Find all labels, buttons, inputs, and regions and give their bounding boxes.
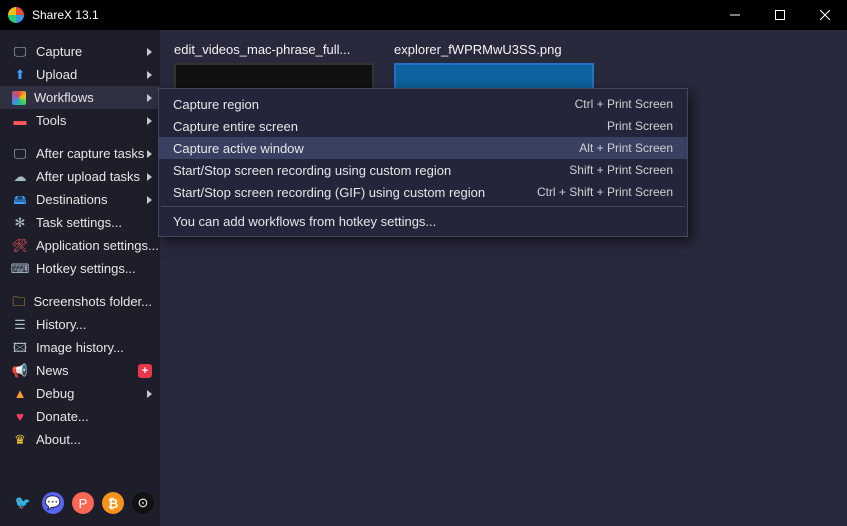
sidebar-item-icon: ⌨ [12, 261, 28, 277]
flyout-footer-label: You can add workflows from hotkey settin… [173, 214, 673, 229]
sidebar-item-label: Donate... [36, 409, 152, 424]
sidebar-item-icon: ⬆ [12, 67, 28, 83]
flyout-footer[interactable]: You can add workflows from hotkey settin… [159, 210, 687, 232]
flyout-item[interactable]: Capture regionCtrl + Print Screen [159, 93, 687, 115]
submenu-arrow-icon [147, 390, 152, 398]
sidebar-item-icon: ☁ [12, 169, 28, 185]
sidebar-item-label: Task settings... [36, 215, 152, 230]
minimize-button[interactable] [712, 0, 757, 30]
sidebar-item[interactable]: ✻ Task settings... [0, 211, 160, 234]
discord-icon[interactable]: 💬 [42, 492, 64, 514]
sidebar-item[interactable]: ♥ Donate... [0, 405, 160, 428]
sidebar-item-label: News [36, 363, 138, 378]
bitcoin-icon[interactable]: ₿ [102, 492, 124, 514]
flyout-item-shortcut: Shift + Print Screen [569, 163, 673, 177]
sidebar-item[interactable]: ⬆ Upload [0, 63, 160, 86]
sidebar-item[interactable]: 🖵 Capture [0, 40, 160, 63]
sidebar-item[interactable]: Workflows [0, 86, 160, 109]
sidebar-item[interactable]: 🖴 Destinations [0, 188, 160, 211]
sidebar-item-icon: 🖵 [12, 44, 28, 60]
sidebar-item-label: Capture [36, 44, 147, 59]
sidebar-item[interactable]: ▬ Tools [0, 109, 160, 132]
flyout-item-shortcut: Print Screen [607, 119, 673, 133]
flyout-divider [161, 206, 685, 207]
titlebar: ShareX 13.1 [0, 0, 847, 30]
workflows-flyout: Capture regionCtrl + Print ScreenCapture… [158, 88, 688, 237]
flyout-item-label: Capture entire screen [173, 119, 607, 134]
sidebar-item[interactable]: ⌨ Hotkey settings... [0, 257, 160, 280]
twitter-icon[interactable]: 🐦 [12, 492, 34, 514]
flyout-item[interactable]: Start/Stop screen recording using custom… [159, 159, 687, 181]
sidebar-item-label: About... [36, 432, 152, 447]
sidebar-item-icon: ♛ [12, 432, 28, 448]
sidebar-item-label: Destinations [36, 192, 147, 207]
thumbnail-filename: explorer_fWPRMwU3SS.png [394, 42, 594, 57]
github-icon[interactable]: ⊙ [132, 492, 154, 514]
sidebar-item-label: After capture tasks [36, 146, 147, 161]
sidebar-item-icon: ▲ [12, 386, 28, 402]
flyout-item-label: Start/Stop screen recording (GIF) using … [173, 185, 537, 200]
thumbnail-filename: edit_videos_mac-phrase_full... [174, 42, 374, 57]
sidebar-item-icon: 📢 [12, 363, 28, 379]
sidebar-item[interactable]: 🖾 Image history... [0, 336, 160, 359]
flyout-item[interactable]: Capture active windowAlt + Print Screen [159, 137, 687, 159]
social-icons: 🐦 💬 P ₿ ⊙ [12, 492, 154, 514]
sidebar-item-label: Image history... [36, 340, 152, 355]
submenu-arrow-icon [147, 173, 152, 181]
submenu-arrow-icon [147, 196, 152, 204]
sidebar-item-label: Debug [36, 386, 147, 401]
sidebar-item-icon: ✻ [12, 215, 28, 231]
sidebar-item[interactable]: 📢 News+ [0, 359, 160, 382]
submenu-arrow-icon [147, 94, 152, 102]
sidebar: 🖵 Capture ⬆ Upload Workflows ▬ Tools 🖵 After cap… [0, 30, 160, 526]
flyout-item-label: Capture active window [173, 141, 579, 156]
sidebar-item-label: Screenshots folder... [33, 294, 152, 309]
sidebar-item-icon: 🖵 [12, 146, 28, 162]
submenu-arrow-icon [147, 117, 152, 125]
sidebar-item[interactable]: ♛ About... [0, 428, 160, 451]
sidebar-item-icon: ☰ [12, 317, 28, 333]
sidebar-item-label: Hotkey settings... [36, 261, 152, 276]
sidebar-item-icon [12, 91, 26, 105]
submenu-arrow-icon [147, 48, 152, 56]
flyout-item[interactable]: Capture entire screenPrint Screen [159, 115, 687, 137]
flyout-item-label: Capture region [173, 97, 575, 112]
submenu-arrow-icon [147, 71, 152, 79]
sidebar-item-label: History... [36, 317, 152, 332]
flyout-item-shortcut: Alt + Print Screen [579, 141, 673, 155]
sidebar-item[interactable]: 🛠 Application settings... [0, 234, 160, 257]
sidebar-item-label: Application settings... [36, 238, 159, 253]
flyout-item[interactable]: Start/Stop screen recording (GIF) using … [159, 181, 687, 203]
sidebar-item-icon: 🖴 [12, 192, 28, 208]
flyout-item-shortcut: Ctrl + Print Screen [575, 97, 673, 111]
sidebar-item[interactable]: ▲ Debug [0, 382, 160, 405]
close-icon [820, 10, 830, 20]
close-button[interactable] [802, 0, 847, 30]
app-logo-icon [8, 7, 24, 23]
sidebar-item-icon: 🗀 [12, 294, 25, 310]
sidebar-item-icon: ♥ [12, 409, 28, 425]
news-badge: + [138, 364, 152, 378]
submenu-arrow-icon [147, 150, 152, 158]
sidebar-item[interactable]: ☰ History... [0, 313, 160, 336]
sidebar-item-label: Workflows [34, 90, 147, 105]
sidebar-item[interactable]: 🗀 Screenshots folder... [0, 290, 160, 313]
window-title: ShareX 13.1 [32, 8, 712, 22]
sidebar-item-icon: 🖾 [12, 340, 28, 356]
sidebar-item[interactable]: 🖵 After capture tasks [0, 142, 160, 165]
sidebar-item-label: After upload tasks [36, 169, 147, 184]
flyout-item-shortcut: Ctrl + Shift + Print Screen [537, 185, 673, 199]
sidebar-item-label: Tools [36, 113, 147, 128]
sidebar-item-label: Upload [36, 67, 147, 82]
minimize-icon [730, 10, 740, 20]
maximize-icon [775, 10, 785, 20]
sidebar-item[interactable]: ☁ After upload tasks [0, 165, 160, 188]
sidebar-item-icon: 🛠 [12, 238, 28, 254]
maximize-button[interactable] [757, 0, 802, 30]
flyout-item-label: Start/Stop screen recording using custom… [173, 163, 569, 178]
patreon-icon[interactable]: P [72, 492, 94, 514]
sidebar-item-icon: ▬ [12, 113, 28, 129]
